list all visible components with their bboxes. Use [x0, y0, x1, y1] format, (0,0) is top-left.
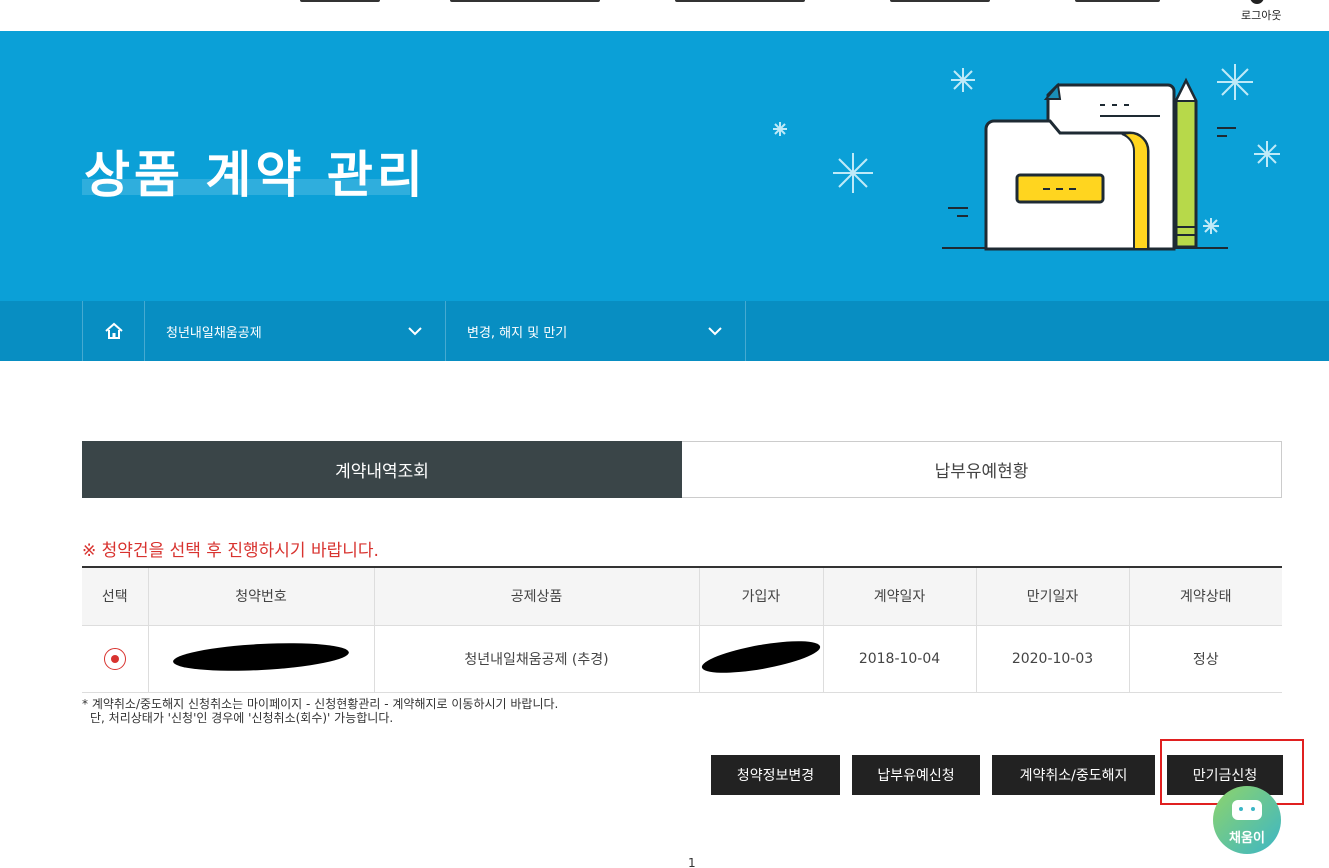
cell-maturity-date: 2020-10-03 [975, 625, 1129, 693]
nav-menu-item[interactable] [890, 0, 990, 2]
col-header-product: 공제상품 [373, 567, 699, 626]
cancel-terminate-button[interactable]: 계약취소/중도해지 [992, 755, 1155, 795]
table-header-row: 선택 청약번호 공제상품 가입자 계약일자 만기일자 계약상태 [82, 567, 1282, 626]
chevron-down-icon [708, 327, 722, 336]
nav-menu-item[interactable] [1075, 0, 1160, 2]
page-number[interactable]: 1 [688, 856, 696, 868]
cell-contract-date: 2018-10-04 [822, 625, 976, 693]
chatbot-label: 채움이 [1229, 831, 1265, 846]
logout-link[interactable]: 로그아웃 [1241, 7, 1281, 23]
footnote-line: 단, 처리상태가 '신청'인 경우에 '신청취소(회수)' 가능합니다. [90, 711, 394, 725]
footnote: * 계약취소/중도해지 신청취소는 마이페이지 - 신청현황관리 - 계약해지로… [82, 697, 558, 725]
col-header-subscriber: 가입자 [698, 567, 823, 626]
hero-banner: 상품 계약 관리 [0, 31, 1329, 301]
tab-contract-history[interactable]: 계약내역조회 [82, 441, 682, 498]
contract-table: 선택 청약번호 공제상품 가입자 계약일자 만기일자 계약상태 청년내일채움공제… [82, 566, 1282, 693]
breadcrumb-product-dropdown[interactable]: 청년내일채움공제 [144, 301, 445, 361]
nav-menu-item[interactable] [450, 0, 600, 2]
breadcrumb-label: 청년내일채움공제 [166, 325, 262, 341]
col-header-maturity-date: 만기일자 [975, 567, 1129, 626]
redacted-contract-no [172, 638, 350, 675]
footnote-line: * 계약취소/중도해지 신청취소는 마이페이지 - 신청현황관리 - 계약해지로… [82, 697, 559, 711]
defer-payment-button[interactable]: 납부유예신청 [852, 755, 980, 795]
nav-menu-item[interactable] [675, 0, 805, 2]
top-nav: 로그아웃 [0, 0, 1329, 31]
user-icon[interactable] [1250, 0, 1264, 4]
tab-payment-deferral-status[interactable]: 납부유예현황 [682, 441, 1282, 498]
change-info-button[interactable]: 청약정보변경 [711, 755, 840, 795]
chevron-down-icon [408, 327, 422, 336]
chatbot-button[interactable]: 채움이 [1213, 786, 1281, 854]
row-select-radio[interactable] [103, 647, 126, 670]
redacted-subscriber [699, 634, 823, 679]
nav-menu-item[interactable] [300, 0, 380, 2]
col-header-status: 계약상태 [1128, 567, 1282, 626]
col-header-select: 선택 [82, 567, 148, 626]
cell-status: 정상 [1128, 625, 1282, 693]
selection-notice: ※ 청약건을 선택 후 진행하시기 바랍니다. [82, 541, 379, 561]
tab-bar: 계약내역조회 납부유예현황 [82, 441, 1282, 498]
cell-product: 청년내일채움공제 (추경) [373, 625, 699, 693]
breadcrumb-label: 변경, 해지 및 만기 [467, 325, 568, 341]
site-logo[interactable] [98, 0, 138, 6]
home-icon [104, 322, 123, 339]
robot-icon [1232, 800, 1262, 820]
table-row[interactable]: 청년내일채움공제 (추경) 2018-10-04 2020-10-03 정상 [82, 625, 1282, 693]
page-title: 상품 계약 관리 [84, 146, 427, 204]
document-illustration [773, 64, 1280, 251]
breadcrumb: 청년내일채움공제 변경, 해지 및 만기 [0, 301, 1329, 361]
breadcrumb-menu-dropdown[interactable]: 변경, 해지 및 만기 [445, 301, 746, 361]
col-header-contract-date: 계약일자 [822, 567, 976, 626]
col-header-contract-no: 청약번호 [147, 567, 374, 626]
breadcrumb-home[interactable] [82, 301, 144, 361]
